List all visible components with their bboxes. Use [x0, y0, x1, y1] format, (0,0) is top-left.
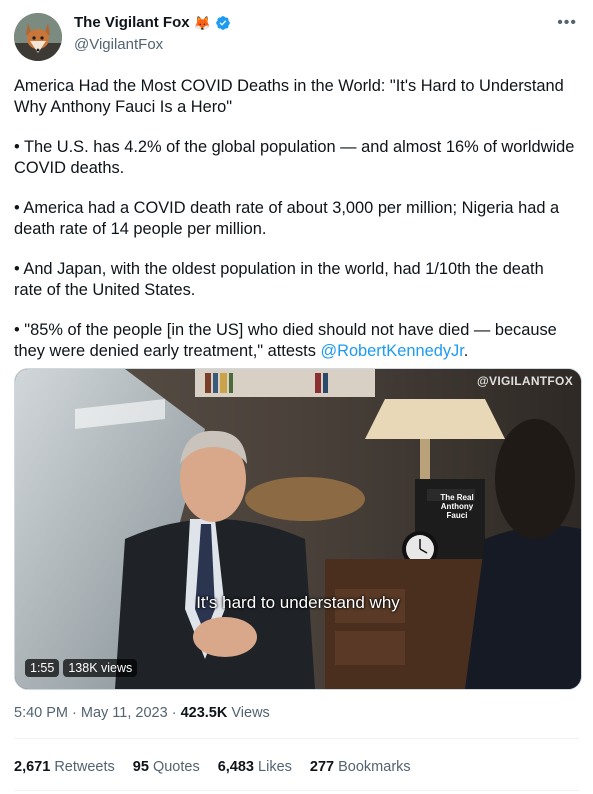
- tweet-bullet-2: • America had a COVID death rate of abou…: [14, 199, 560, 238]
- tweet-bullet-3: • And Japan, with the oldest population …: [14, 260, 544, 299]
- bookmarks-count: 277: [309, 759, 335, 775]
- avatar[interactable]: [14, 13, 62, 61]
- likes-count: 6,483: [217, 759, 254, 775]
- book-title: The Real Anthony Fauci: [440, 493, 474, 520]
- tweet-bullet-4-end: .: [463, 342, 469, 360]
- retweets-count: 2,671: [14, 759, 51, 775]
- retweets-label: Retweets: [50, 759, 115, 775]
- bookmarks-stat[interactable]: 277 Bookmarks: [310, 759, 411, 775]
- fox-avatar-icon: [14, 13, 62, 61]
- likes-stat[interactable]: 6,483 Likes: [218, 759, 292, 775]
- retweets-stat[interactable]: 2,671 Retweets: [14, 759, 115, 775]
- video-frame: [15, 369, 581, 689]
- author-name-row: The Vigilant Fox 🦊: [74, 14, 231, 31]
- quotes-label: Quotes: [148, 759, 200, 775]
- quotes-stat[interactable]: 95 Quotes: [133, 759, 200, 775]
- tweet-meta: 5:40 PM · May 11, 2023 · 423.5K Views: [14, 705, 270, 721]
- meta-separator-2: ·: [167, 705, 181, 721]
- tweet: The Vigilant Fox 🦊 @VigilantFox ••• Amer…: [0, 0, 593, 794]
- tweet-headline: America Had the Most COVID Deaths in the…: [14, 77, 564, 116]
- author-display-name[interactable]: The Vigilant Fox: [74, 14, 190, 31]
- video-watermark: @VIGILANTFOX: [477, 374, 573, 388]
- views-count: 423.5K: [180, 705, 228, 721]
- video-badges: 1:55 138K views: [25, 659, 138, 677]
- divider-bottom: [14, 790, 579, 791]
- verified-badge-icon[interactable]: [215, 15, 231, 31]
- video-duration: 1:55: [25, 659, 60, 677]
- likes-label: Likes: [254, 759, 292, 775]
- divider: [14, 738, 579, 739]
- tweet-time[interactable]: 5:40 PM: [14, 705, 68, 721]
- bookmarks-label: Bookmarks: [334, 759, 411, 775]
- quotes-count: 95: [132, 759, 149, 775]
- tweet-date[interactable]: May 11, 2023: [81, 705, 168, 721]
- meta-separator: ·: [68, 705, 81, 721]
- tweet-bullet-4-text: • "85% of the people [in the US] who die…: [14, 321, 557, 360]
- book-cover: The Real Anthony Fauci: [433, 493, 481, 520]
- tweet-bullet-4: • "85% of the people [in the US] who die…: [14, 320, 576, 362]
- mention-link[interactable]: @RobertKennedyJr: [320, 342, 463, 360]
- tweet-bullet-1: • The U.S. has 4.2% of the global popula…: [14, 138, 575, 177]
- tweet-text: America Had the Most COVID Deaths in the…: [14, 76, 576, 381]
- views-label: Views: [227, 705, 270, 721]
- more-options-icon[interactable]: •••: [557, 14, 577, 32]
- video-player[interactable]: @VIGILANTFOX The Real Anthony Fauci It's…: [14, 368, 582, 690]
- author-handle[interactable]: @VigilantFox: [74, 36, 163, 53]
- video-caption: It's hard to understand why: [196, 593, 400, 612]
- video-views: 138K views: [63, 659, 138, 677]
- engagement-stats: 2,671 Retweets 95 Quotes 6,483 Likes 277…: [14, 759, 411, 775]
- fox-emoji-icon: 🦊: [193, 14, 212, 31]
